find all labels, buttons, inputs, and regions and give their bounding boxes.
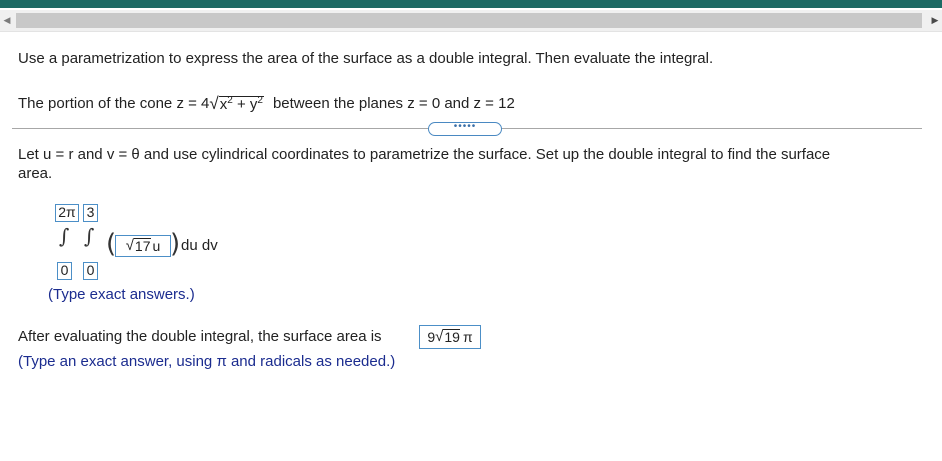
result-text: After evaluating the double integral, th… xyxy=(18,328,382,345)
horizontal-scrollbar[interactable]: ◀ ▶ xyxy=(0,10,942,32)
radical-icon: √ xyxy=(209,94,219,113)
integrand-field[interactable]: √ 17 u xyxy=(115,235,171,257)
inner-upper-limit-field[interactable]: 3 xyxy=(83,204,98,222)
answer-radical-icon: √ xyxy=(435,328,444,345)
result-hint: (Type an exact answer, using π and radic… xyxy=(18,353,396,370)
answer-pi: π xyxy=(462,328,473,345)
right-paren-icon: ) xyxy=(170,229,181,259)
inner-integral-sign-icon: ∫ xyxy=(84,224,95,248)
step-instruction-line1: Let u = r and v = θ and use cylindrical … xyxy=(18,146,831,163)
radicand-expression: x2 + y2 xyxy=(218,95,264,113)
portion-prefix: The portion of the cone z = 4 xyxy=(18,95,210,112)
question-instruction: Use a parametrization to express the are… xyxy=(18,50,714,67)
answer-coefficient: 9 xyxy=(427,328,436,345)
scroll-left-icon[interactable]: ◀ xyxy=(0,10,14,31)
outer-upper-limit-field[interactable]: 2π xyxy=(55,204,79,222)
answer-radicand: 19 xyxy=(443,329,460,345)
outer-lower-limit-field[interactable]: 0 xyxy=(57,262,72,280)
integrand-radicand: 17 xyxy=(133,238,151,254)
scrollbar-thumb[interactable] xyxy=(16,13,922,28)
integrand-radical-icon: √ xyxy=(125,237,134,254)
inner-lower-limit-field[interactable]: 0 xyxy=(83,262,98,280)
surface-area-answer-field[interactable]: 9 √ 19 π xyxy=(419,325,481,349)
scroll-right-icon[interactable]: ▶ xyxy=(928,10,942,31)
sqrt-expression: √ x2 + y2 xyxy=(209,95,264,113)
portion-suffix: between the planes z = 0 and z = 12 xyxy=(272,95,515,112)
integral-differentials: du dv xyxy=(181,237,218,254)
step-instruction-line2: area. xyxy=(18,165,53,182)
show-more-button[interactable]: ••••• xyxy=(428,122,502,136)
top-accent-bar xyxy=(0,0,942,8)
question-portion: The portion of the cone z = 4 √ x2 + y2 … xyxy=(18,95,515,113)
integrand-variable: u xyxy=(152,237,161,254)
outer-integral-sign-icon: ∫ xyxy=(59,224,70,248)
integral-hint: (Type exact answers.) xyxy=(48,286,195,303)
